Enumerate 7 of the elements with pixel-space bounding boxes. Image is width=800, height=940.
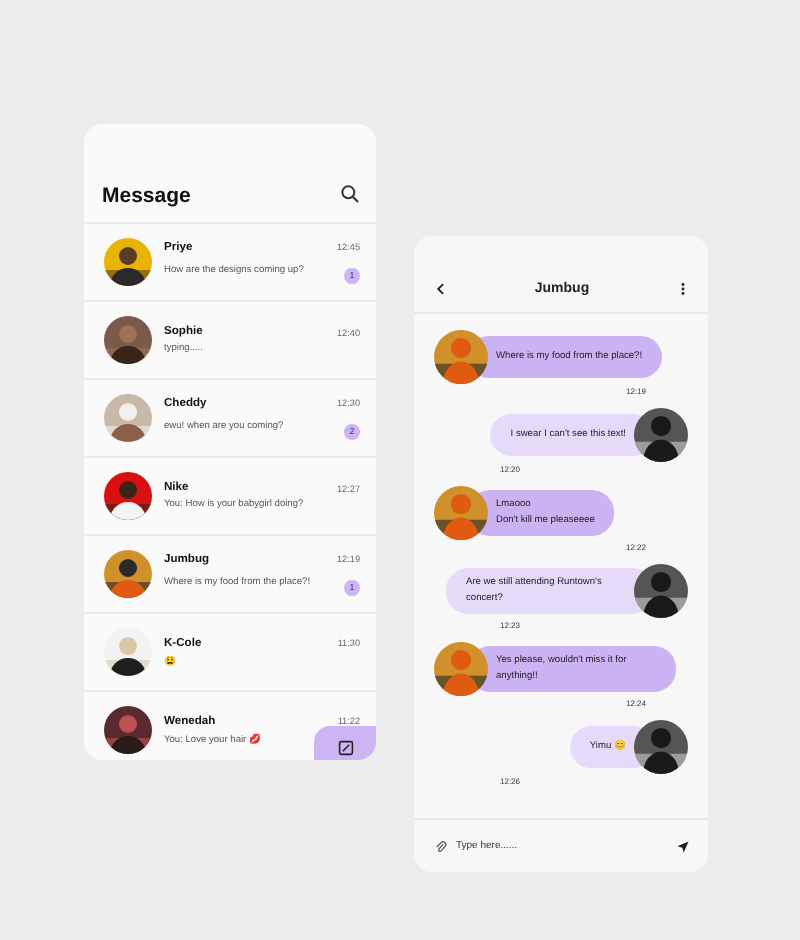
compose-button[interactable] [314,726,376,760]
send-icon[interactable] [676,839,690,853]
back-icon[interactable] [434,282,448,296]
page-title: Message [102,184,191,208]
paperclip-icon[interactable] [434,839,448,853]
search-icon[interactable] [340,184,360,204]
compose-icon [337,739,353,755]
